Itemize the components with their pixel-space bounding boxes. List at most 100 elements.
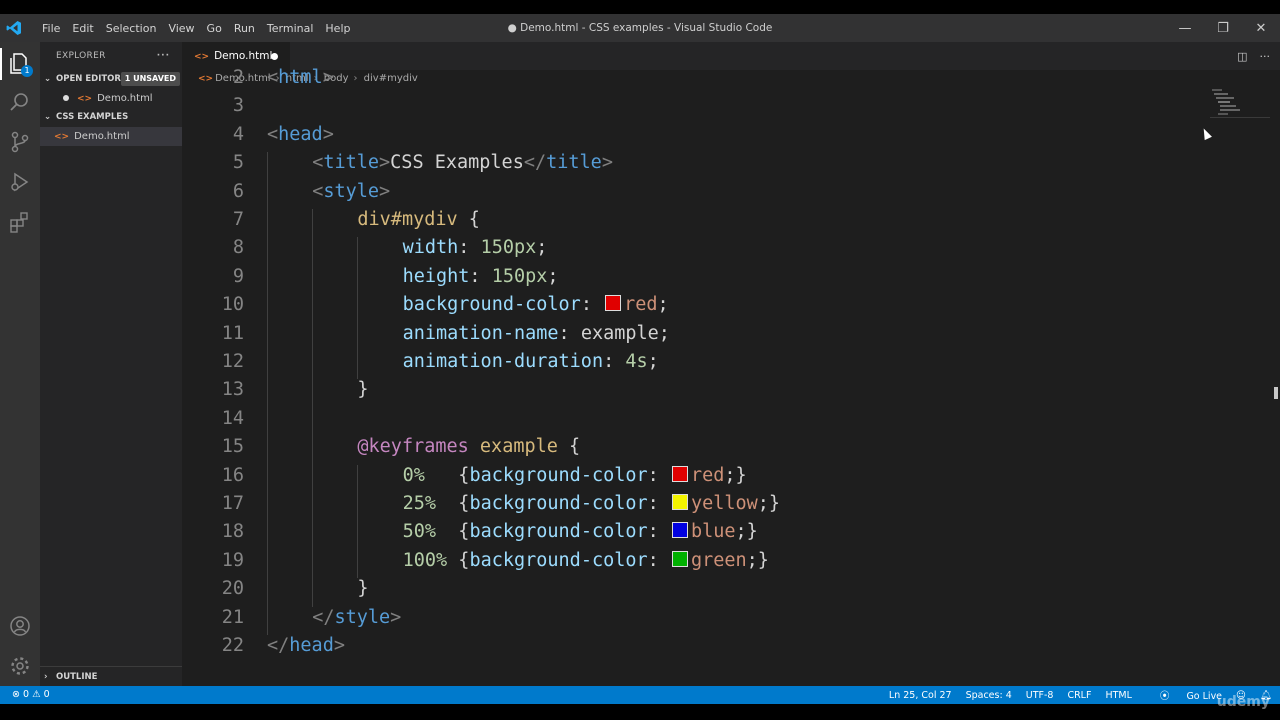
- code-line: animation-name: example;: [402, 322, 670, 344]
- line-number: 3: [232, 95, 244, 117]
- menu-terminal[interactable]: Terminal: [261, 22, 320, 35]
- window-controls: — ❐ ✕: [1166, 14, 1280, 42]
- code-line: <title>CSS Examples</title>: [312, 152, 613, 174]
- line-number: 4: [232, 123, 244, 145]
- tab-label: Demo.html: [214, 50, 273, 62]
- udemy-watermark: udemy: [1216, 694, 1270, 710]
- minimap[interactable]: [1210, 89, 1270, 129]
- menu-edit[interactable]: Edit: [66, 22, 99, 35]
- restore-button[interactable]: ❐: [1204, 14, 1242, 42]
- indentation[interactable]: Spaces: 4: [966, 690, 1012, 701]
- line-ending[interactable]: CRLF: [1067, 690, 1091, 701]
- chevron-down-icon: ⌄: [44, 74, 52, 84]
- explorer-title: EXPLORER: [56, 51, 106, 61]
- open-editors-section[interactable]: ⌄ OPEN EDITORS 1 UNSAVED: [40, 70, 182, 89]
- outline-section[interactable]: › OUTLINE: [40, 666, 182, 686]
- line-number: 20: [221, 578, 244, 600]
- broadcast-icon: ⦿: [1159, 691, 1170, 702]
- language-mode[interactable]: HTML: [1105, 690, 1131, 701]
- run-debug-icon[interactable]: [8, 170, 32, 194]
- gear-icon[interactable]: [8, 654, 32, 678]
- explorer-sidebar: EXPLORER ··· ⌄ OPEN EDITORS 1 UNSAVED <> D…: [40, 42, 182, 686]
- chevron-down-icon: ⌄: [44, 112, 52, 122]
- go-live-button[interactable]: ⦿ Go Live: [1146, 688, 1222, 702]
- minimize-button[interactable]: —: [1166, 14, 1204, 42]
- css-examples-section[interactable]: ⌄ CSS EXAMPLES: [40, 108, 182, 127]
- line-number: 16: [221, 464, 244, 486]
- tab-demo-html[interactable]: <> Demo.html: [182, 42, 290, 70]
- line-number: 9: [232, 265, 244, 287]
- code-line: <head>: [267, 123, 334, 145]
- cursor-position[interactable]: Ln 25, Col 27: [889, 690, 952, 701]
- code-editor[interactable]: 2 <html> 3 4 <head> 5 <title>CSS Examples</tit…: [182, 67, 1212, 686]
- unsaved-dot-icon[interactable]: [271, 53, 278, 60]
- indent-guide: [357, 237, 359, 380]
- line-number: 22: [221, 635, 244, 656]
- editor-area: <> Demo.html ◫ ··· <> Demo.html › html › bod…: [182, 42, 1280, 686]
- line-number: 15: [221, 436, 244, 458]
- code-line: height: 150px;: [402, 265, 559, 287]
- html-file-icon: <>: [54, 132, 70, 142]
- indent-guide: [267, 152, 268, 635]
- extensions-icon[interactable]: [8, 210, 32, 234]
- more-actions-icon[interactable]: ···: [157, 42, 170, 70]
- outline-label: OUTLINE: [56, 672, 98, 682]
- line-number: 2: [232, 67, 244, 88]
- code-line: <html>: [267, 67, 334, 88]
- line-number: 13: [221, 379, 244, 401]
- search-icon[interactable]: [8, 90, 32, 114]
- problems-indicator[interactable]: ⊗ 0 ⚠ 0: [12, 686, 50, 704]
- line-number: 21: [221, 606, 244, 628]
- explorer-badge: 1: [21, 65, 33, 77]
- line-number: 6: [232, 180, 244, 202]
- code-line: animation-duration: 4s;: [402, 351, 659, 372]
- html-file-icon: <>: [77, 94, 93, 104]
- error-count: 0: [23, 689, 30, 700]
- unsaved-dot-icon[interactable]: [63, 95, 69, 101]
- code-line: background-color: red;: [402, 294, 669, 316]
- source-control-icon[interactable]: [8, 130, 32, 154]
- line-number: 18: [221, 521, 244, 543]
- line-number: 10: [221, 294, 244, 316]
- line-number: 12: [221, 351, 244, 372]
- line-number: 14: [221, 407, 244, 429]
- code-line: 50% {background-color: blue;}: [402, 521, 758, 543]
- code-line: }: [357, 379, 369, 401]
- warning-icon: ⚠: [32, 689, 41, 700]
- menu-file[interactable]: File: [36, 22, 66, 35]
- code-line: div#mydiv {: [357, 209, 480, 230]
- explorer-icon[interactable]: 1: [0, 48, 33, 80]
- open-editor-item[interactable]: <> Demo.html: [40, 89, 182, 108]
- code-line: 100% {background-color: green;}: [402, 549, 769, 571]
- unsaved-badge: 1 UNSAVED: [120, 72, 180, 86]
- menu-help[interactable]: Help: [319, 22, 356, 35]
- scrollbar-thumb[interactable]: [1274, 387, 1278, 399]
- html-file-icon: <>: [194, 52, 210, 62]
- account-icon[interactable]: [8, 614, 32, 638]
- menu-view[interactable]: View: [162, 22, 200, 35]
- menu-selection[interactable]: Selection: [100, 22, 163, 35]
- file-item-demo-html[interactable]: <> Demo.html: [40, 127, 182, 146]
- open-editors-label: OPEN EDITORS: [56, 74, 128, 84]
- code-line: 25% {background-color: yellow;}: [402, 493, 781, 514]
- vscode-logo-icon: [6, 21, 21, 35]
- tab-bar: <> Demo.html ◫ ···: [182, 42, 1280, 70]
- code-line: width: 150px;: [402, 237, 548, 259]
- code-line: }: [357, 578, 369, 600]
- code-line: 0% {background-color: red;}: [402, 464, 747, 486]
- editor-actions: ◫ ···: [1237, 42, 1270, 70]
- split-editor-icon[interactable]: ◫: [1237, 50, 1247, 63]
- menu-run[interactable]: Run: [228, 22, 261, 35]
- indent-guide: [312, 209, 314, 607]
- error-icon: ⊗: [12, 689, 20, 700]
- line-number: 19: [221, 549, 244, 571]
- line-number: 7: [232, 209, 244, 230]
- menu-go[interactable]: Go: [201, 22, 228, 35]
- close-button[interactable]: ✕: [1242, 14, 1280, 42]
- line-number: 11: [221, 322, 244, 344]
- code-line: <style>: [312, 180, 391, 202]
- line-number: 17: [221, 493, 244, 514]
- more-actions-icon[interactable]: ···: [1260, 50, 1271, 63]
- encoding[interactable]: UTF-8: [1026, 690, 1054, 701]
- status-bar: ⊗ 0 ⚠ 0 Ln 25, Col 27 Spaces: 4 UTF-8 CR…: [0, 686, 1280, 704]
